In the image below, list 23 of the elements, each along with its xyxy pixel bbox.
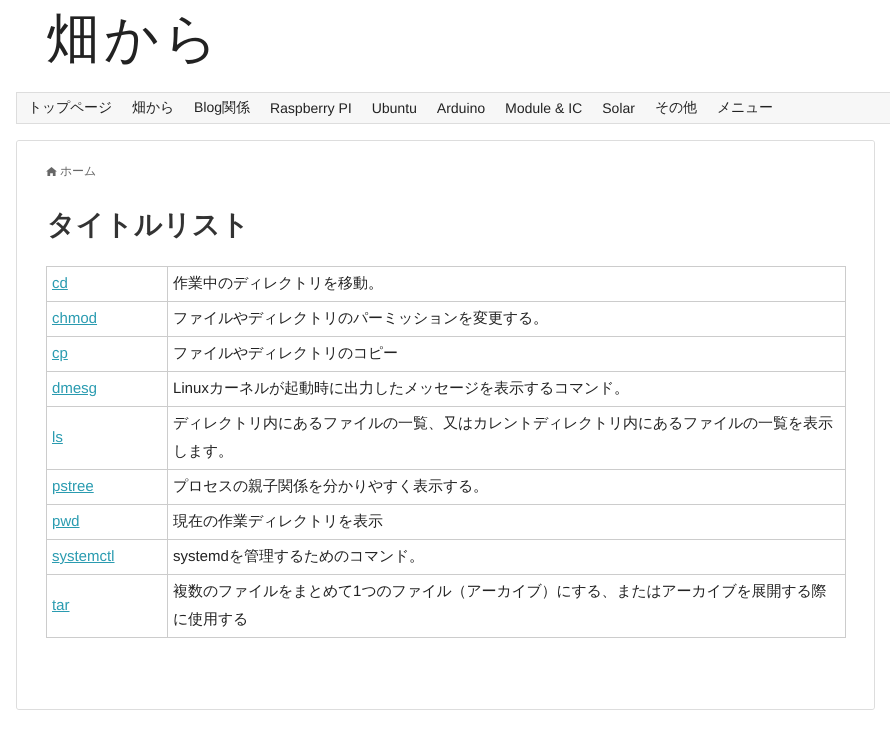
home-icon [46, 167, 57, 176]
nav-link[interactable]: メニュー [716, 99, 773, 117]
nav-link[interactable]: Blog関係 [194, 99, 250, 117]
breadcrumb-link[interactable]: ホーム [60, 163, 96, 180]
nav-link[interactable]: トップページ [28, 99, 112, 117]
table-cell: systemdを管理するためのコマンド。 [168, 540, 846, 574]
nav-link[interactable]: Module & IC [505, 100, 582, 116]
nav-link[interactable]: Solar [602, 100, 635, 116]
table-cell: ファイルやディレクトリのパーミッションを変更する。 [168, 302, 846, 336]
table-cell: ディレクトリ内にあるファイルの一覧、又はカレントディレクトリ内にあるファイルの一覧を表示します。 [168, 406, 846, 470]
nav-link[interactable]: その他 [654, 99, 697, 117]
table-cell: プロセスの親子関係を分かりやすく表示する。 [168, 470, 846, 504]
table-cell: 作業中のディレクトリを移動。 [168, 266, 846, 302]
nav-link[interactable]: Raspberry PI [270, 100, 352, 116]
nav-link[interactable]: Arduino [436, 100, 486, 116]
table-cell: ファイルやディレクトリのコピー [168, 336, 846, 372]
site-logo[interactable]: 畑から [46, 12, 222, 66]
nav-link[interactable]: Ubuntu [372, 100, 417, 116]
table-cell: Linuxカーネルが起動時に出力したメッセージを表示するコマンド。 [168, 372, 846, 406]
table-cell: 複数のファイルをまとめて1つのファイル（アーカイブ）にする、またはアーカイブを展開する際に使用する [168, 574, 846, 638]
table-cell: 現在の作業ディレクトリを表示 [168, 504, 846, 540]
nav-link[interactable]: 畑から [132, 99, 174, 117]
page-title: タイトルリスト [47, 207, 251, 243]
